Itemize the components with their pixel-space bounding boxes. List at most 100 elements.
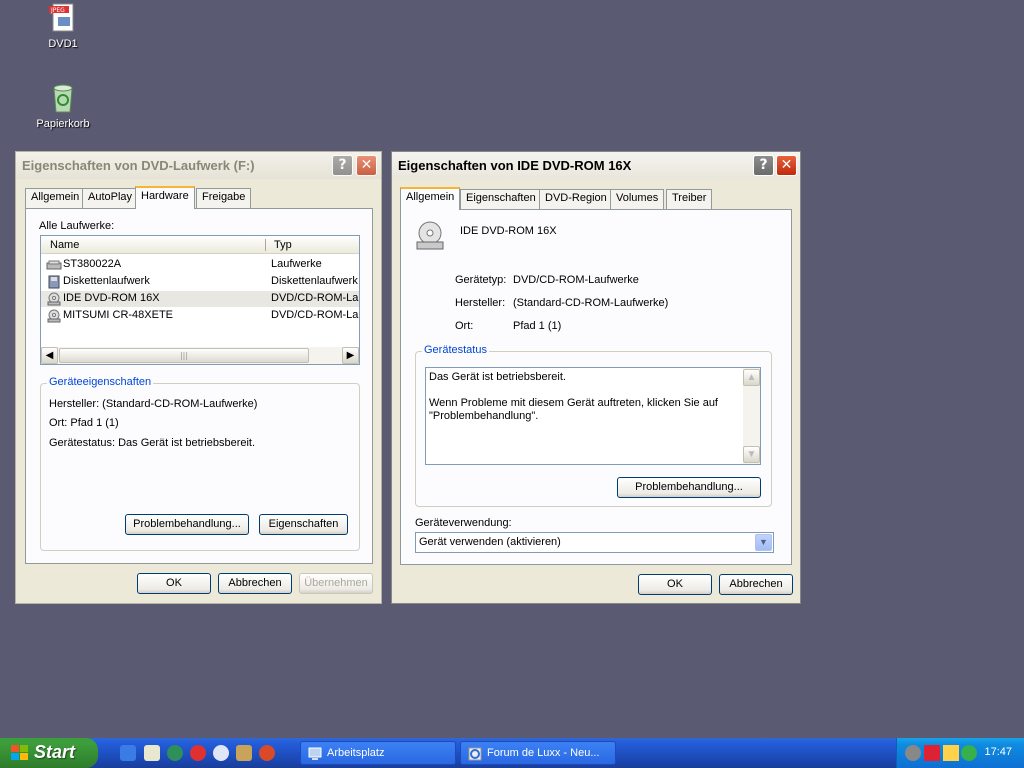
antivirus-icon[interactable] — [924, 745, 940, 761]
general-tab-panel: IDE DVD-ROM 16X Gerätetyp: DVD/CD-ROM-La… — [400, 209, 792, 565]
manufacturer-value: (Standard-CD-ROM-Laufwerke) — [513, 297, 669, 309]
window-title: Eigenschaften von DVD-Laufwerk (F:) — [22, 158, 255, 173]
list-item-type: DVD/CD-ROM-Lau — [271, 292, 359, 304]
device-properties-group: Geräteeigenschaften Hersteller: (Standar… — [40, 376, 360, 551]
window-title: Eigenschaften von IDE DVD-ROM 16X — [398, 158, 632, 173]
network-status-icon[interactable] — [943, 745, 959, 761]
tab-treiber[interactable]: Treiber — [666, 189, 713, 209]
scroll-down-button[interactable]: ▼ — [743, 446, 760, 463]
list-item[interactable]: Diskettenlaufwerk Diskettenlaufwerk — [41, 274, 359, 290]
windows-logo-icon — [11, 745, 28, 760]
firefox-icon[interactable] — [259, 745, 275, 761]
chevron-down-icon[interactable]: ▼ — [755, 534, 772, 551]
close-button[interactable]: ✕ — [356, 155, 377, 176]
scroll-left-button[interactable]: ◀ — [41, 347, 58, 364]
desktop-icon-label: DVD1 — [48, 38, 78, 50]
tab-eigenschaften[interactable]: Eigenschaften — [460, 189, 542, 209]
vertical-scrollbar[interactable]: ▲ ▼ — [743, 368, 760, 464]
cancel-button[interactable]: Abbrechen — [719, 574, 793, 595]
dvd-drive-properties-window: Eigenschaften von DVD-Laufwerk (F:) ? ✕ … — [15, 151, 382, 604]
list-item-type: Laufwerke — [271, 258, 322, 270]
device-usage-select[interactable]: Gerät verwenden (aktivieren) ▼ — [415, 532, 774, 553]
hard-disk-icon — [46, 260, 62, 270]
device-status-textbox[interactable]: Das Gerät ist betriebsbereit. Wenn Probl… — [425, 367, 761, 465]
media-player-icon[interactable] — [213, 745, 229, 761]
tab-hardware[interactable]: Hardware — [135, 186, 195, 209]
ok-button[interactable]: OK — [638, 574, 712, 595]
clock[interactable]: 17:47 — [984, 746, 1012, 758]
troubleshoot-button[interactable]: Problembehandlung... — [617, 477, 761, 498]
list-item-type: DVD/CD-ROM-Lau — [271, 309, 359, 321]
cd-drive-icon — [47, 309, 61, 323]
device-status-group: Gerätestatus Das Gerät ist betriebsberei… — [415, 344, 772, 507]
close-button[interactable]: ✕ — [776, 155, 797, 176]
taskbar: Start Arbeitsplatz Forum de Luxx - Neu..… — [0, 738, 1024, 768]
device-usage-value: Gerät verwenden (aktivieren) — [419, 536, 561, 548]
all-drives-label: Alle Laufwerke: — [39, 220, 115, 232]
location-label: Ort: — [455, 320, 474, 332]
device-status-text: Gerätestatus: Das Gerät ist betriebsbere… — [49, 437, 256, 449]
group-title: Gerätestatus — [422, 344, 489, 356]
device-name: IDE DVD-ROM 16X — [460, 225, 557, 237]
floppy-drive-icon — [48, 275, 60, 289]
start-button[interactable]: Start — [0, 738, 98, 768]
jpeg-file-icon: JPEG — [47, 2, 79, 34]
apply-button[interactable]: Übernehmen — [299, 573, 373, 594]
internet-explorer-icon[interactable] — [120, 745, 136, 761]
list-item-name: Diskettenlaufwerk — [63, 275, 150, 287]
cd-drive-icon — [416, 221, 444, 250]
column-header-type[interactable]: Typ — [274, 239, 292, 251]
outlook-express-icon[interactable] — [144, 745, 160, 761]
scroll-up-button[interactable]: ▲ — [743, 369, 760, 386]
troubleshoot-button[interactable]: Problembehandlung... — [125, 514, 249, 535]
manufacturer-label: Hersteller: — [455, 297, 506, 309]
scroll-right-button[interactable]: ▶ — [342, 347, 359, 364]
my-computer-icon — [308, 747, 322, 760]
column-header-name[interactable]: Name — [50, 239, 79, 251]
tab-allgemein[interactable]: Allgemein — [25, 188, 86, 208]
list-item-name: MITSUMI CR-48XETE — [63, 309, 174, 321]
desktop-icon-recycle-bin[interactable]: Papierkorb — [23, 82, 103, 130]
image-viewer-icon[interactable] — [236, 745, 252, 761]
help-button[interactable]: ? — [753, 155, 774, 176]
device-type-value: DVD/CD-ROM-Laufwerke — [513, 274, 639, 286]
title-bar[interactable]: Eigenschaften von IDE DVD-ROM 16X ? ✕ — [392, 152, 800, 179]
tab-volumes[interactable]: Volumes — [610, 189, 665, 209]
device-type-label: Gerätetyp: — [455, 274, 507, 286]
recycle-bin-icon — [47, 82, 79, 114]
tab-autoplay[interactable]: AutoPlay — [82, 188, 139, 208]
cd-drive-icon — [47, 292, 61, 306]
list-item[interactable]: MITSUMI CR-48XETE DVD/CD-ROM-Lau — [41, 308, 359, 324]
device-usage-label: Geräteverwendung: — [415, 517, 512, 529]
help-button[interactable]: ? — [332, 155, 353, 176]
properties-button[interactable]: Eigenschaften — [259, 514, 348, 535]
manufacturer-text: Hersteller: (Standard-CD-ROM-Laufwerke) — [49, 398, 258, 410]
network-icon[interactable] — [167, 745, 183, 761]
list-header: Name Typ — [41, 236, 359, 254]
svg-text:JPEG: JPEG — [50, 7, 65, 14]
desktop-icon-dvd1[interactable]: JPEG DVD1 — [23, 2, 103, 50]
tab-dvd-region[interactable]: DVD-Region — [539, 189, 613, 209]
task-label: Arbeitsplatz — [327, 747, 385, 759]
status-line: Wenn Probleme mit diesem Gerät auftreten… — [429, 397, 718, 409]
list-item-type: Diskettenlaufwerk — [271, 275, 358, 287]
messenger-icon[interactable] — [961, 745, 977, 761]
start-label: Start — [34, 742, 76, 762]
tab-allgemein[interactable]: Allgemein — [400, 187, 461, 210]
security-shield-icon[interactable] — [905, 745, 921, 761]
desktop-icon-label: Papierkorb — [36, 118, 90, 130]
scroll-thumb[interactable]: ||| — [59, 348, 309, 363]
list-item[interactable]: IDE DVD-ROM 16X DVD/CD-ROM-Lau — [41, 291, 359, 307]
ide-dvd-rom-properties-window: Eigenschaften von IDE DVD-ROM 16X ? ✕ Al… — [391, 151, 801, 604]
list-item[interactable]: ST380022A Laufwerke — [41, 257, 359, 273]
cancel-button[interactable]: Abbrechen — [218, 573, 292, 594]
media-icon[interactable] — [190, 745, 206, 761]
task-forum-de-luxx[interactable]: Forum de Luxx - Neu... — [460, 741, 616, 765]
tab-freigabe[interactable]: Freigabe — [196, 188, 252, 208]
horizontal-scrollbar[interactable]: ◀ ||| ▶ — [41, 347, 359, 364]
drives-list[interactable]: Name Typ ST380022A Laufwerke Diskettenla… — [40, 235, 360, 365]
title-bar[interactable]: Eigenschaften von DVD-Laufwerk (F:) ? ✕ — [16, 152, 381, 179]
task-arbeitsplatz[interactable]: Arbeitsplatz — [300, 741, 456, 765]
ok-button[interactable]: OK — [137, 573, 211, 594]
group-title: Geräteeigenschaften — [47, 376, 154, 388]
